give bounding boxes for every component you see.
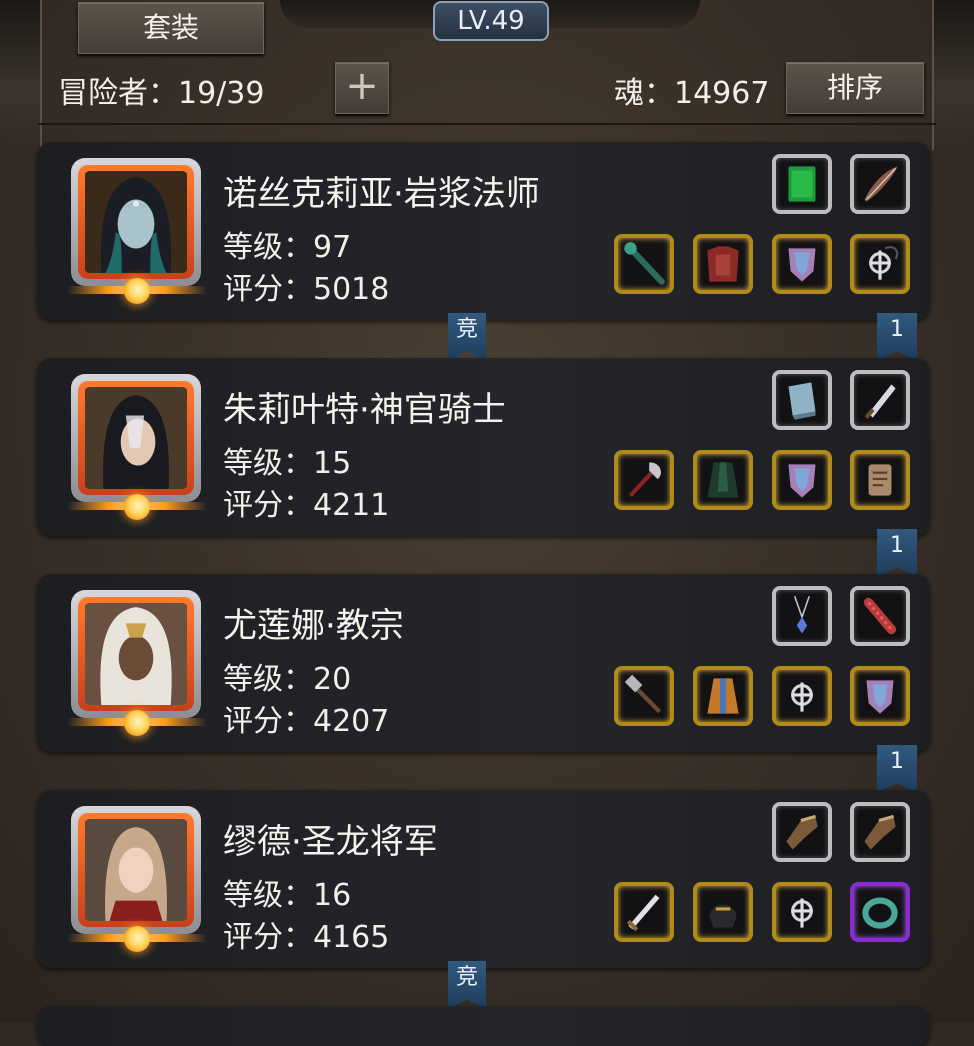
cross-amulet-icon[interactable] — [850, 234, 910, 294]
hero-card[interactable]: 尤莲娜·教宗 等级：20 评分：4207 — [37, 574, 930, 752]
green-ring-icon[interactable] — [850, 882, 910, 942]
hero-card-partial[interactable] — [37, 1006, 930, 1046]
add-adventurer-button[interactable]: + — [335, 62, 389, 114]
sword-icon[interactable] — [614, 882, 674, 942]
hero-name: 朱莉叶特·神官骑士 — [223, 390, 506, 430]
gauntlet-icon[interactable] — [772, 802, 832, 862]
cross-amulet-icon[interactable] — [772, 666, 832, 726]
axe-icon[interactable] — [614, 450, 674, 510]
competition-tag: 竞 — [448, 961, 486, 1009]
green-tome-icon[interactable] — [772, 154, 832, 214]
pendant-icon[interactable] — [772, 586, 832, 646]
rank-tag: 1 — [877, 313, 917, 361]
hero-portrait[interactable] — [71, 806, 201, 934]
competition-tag: 竞 — [448, 313, 486, 361]
sort-button[interactable]: 排序 — [786, 62, 924, 114]
priest-knight-portrait — [85, 387, 187, 489]
hero-level: 等级：97 — [223, 230, 352, 265]
hero-portrait[interactable] — [71, 590, 201, 718]
scroll-icon[interactable] — [850, 450, 910, 510]
hero-level: 等级：20 — [223, 662, 352, 697]
left-frame-ornament — [0, 0, 42, 150]
hero-score: 评分：4165 — [223, 920, 390, 955]
crystal-shield-icon[interactable] — [850, 666, 910, 726]
player-level-badge: LV.49 — [433, 1, 549, 41]
hero-name: 诺丝克莉亚·岩浆法师 — [223, 174, 540, 214]
gauntlet-icon[interactable] — [850, 802, 910, 862]
pope-portrait — [85, 603, 187, 705]
hero-name: 尤莲娜·教宗 — [223, 606, 404, 646]
dark-cloak-icon[interactable] — [693, 450, 753, 510]
green-staff-icon[interactable] — [614, 234, 674, 294]
rank-tag: 1 — [877, 529, 917, 577]
hero-level: 等级：15 — [223, 446, 352, 481]
adventurer-count: 冒险者：19/39 — [58, 76, 265, 111]
hammer-icon[interactable] — [614, 666, 674, 726]
dagger-icon[interactable] — [850, 370, 910, 430]
hero-score: 评分：4207 — [223, 704, 390, 739]
red-armor-icon[interactable] — [693, 234, 753, 294]
crystal-shield-icon[interactable] — [772, 450, 832, 510]
moon-icon — [124, 710, 150, 736]
hero-score: 评分：5018 — [223, 272, 390, 307]
hero-card[interactable]: 缪德·圣龙将军 等级：16 评分：4165 — [37, 790, 930, 968]
moon-icon — [124, 926, 150, 952]
cross-amulet-icon[interactable] — [772, 882, 832, 942]
rank-tag: 1 — [877, 745, 917, 793]
hero-name: 缪德·圣龙将军 — [223, 822, 438, 862]
soul-count: 魂：14967 — [614, 76, 770, 111]
hero-portrait[interactable] — [71, 374, 201, 502]
right-frame-ornament — [932, 0, 974, 150]
crystal-shield-icon[interactable] — [772, 234, 832, 294]
suit-button[interactable]: 套装 — [78, 2, 264, 54]
hero-card[interactable]: 诺丝克莉亚·岩浆法师 等级：97 评分：5018 — [37, 142, 930, 320]
dragon-general-portrait — [85, 819, 187, 921]
blue-book-icon[interactable] — [772, 370, 832, 430]
hero-card[interactable]: 朱莉叶特·神官骑士 等级：15 评分：4211 — [37, 358, 930, 536]
hero-portrait[interactable] — [71, 158, 201, 286]
hero-score: 评分：4211 — [223, 488, 390, 523]
feather-quill-icon[interactable] — [850, 154, 910, 214]
moon-icon — [124, 494, 150, 520]
hooded-mage-portrait — [85, 171, 187, 273]
hero-level: 等级：16 — [223, 878, 352, 913]
red-relic-icon[interactable] — [850, 586, 910, 646]
robe-icon[interactable] — [693, 666, 753, 726]
moon-icon — [124, 278, 150, 304]
header-divider — [38, 123, 936, 125]
helmet-icon[interactable] — [693, 882, 753, 942]
